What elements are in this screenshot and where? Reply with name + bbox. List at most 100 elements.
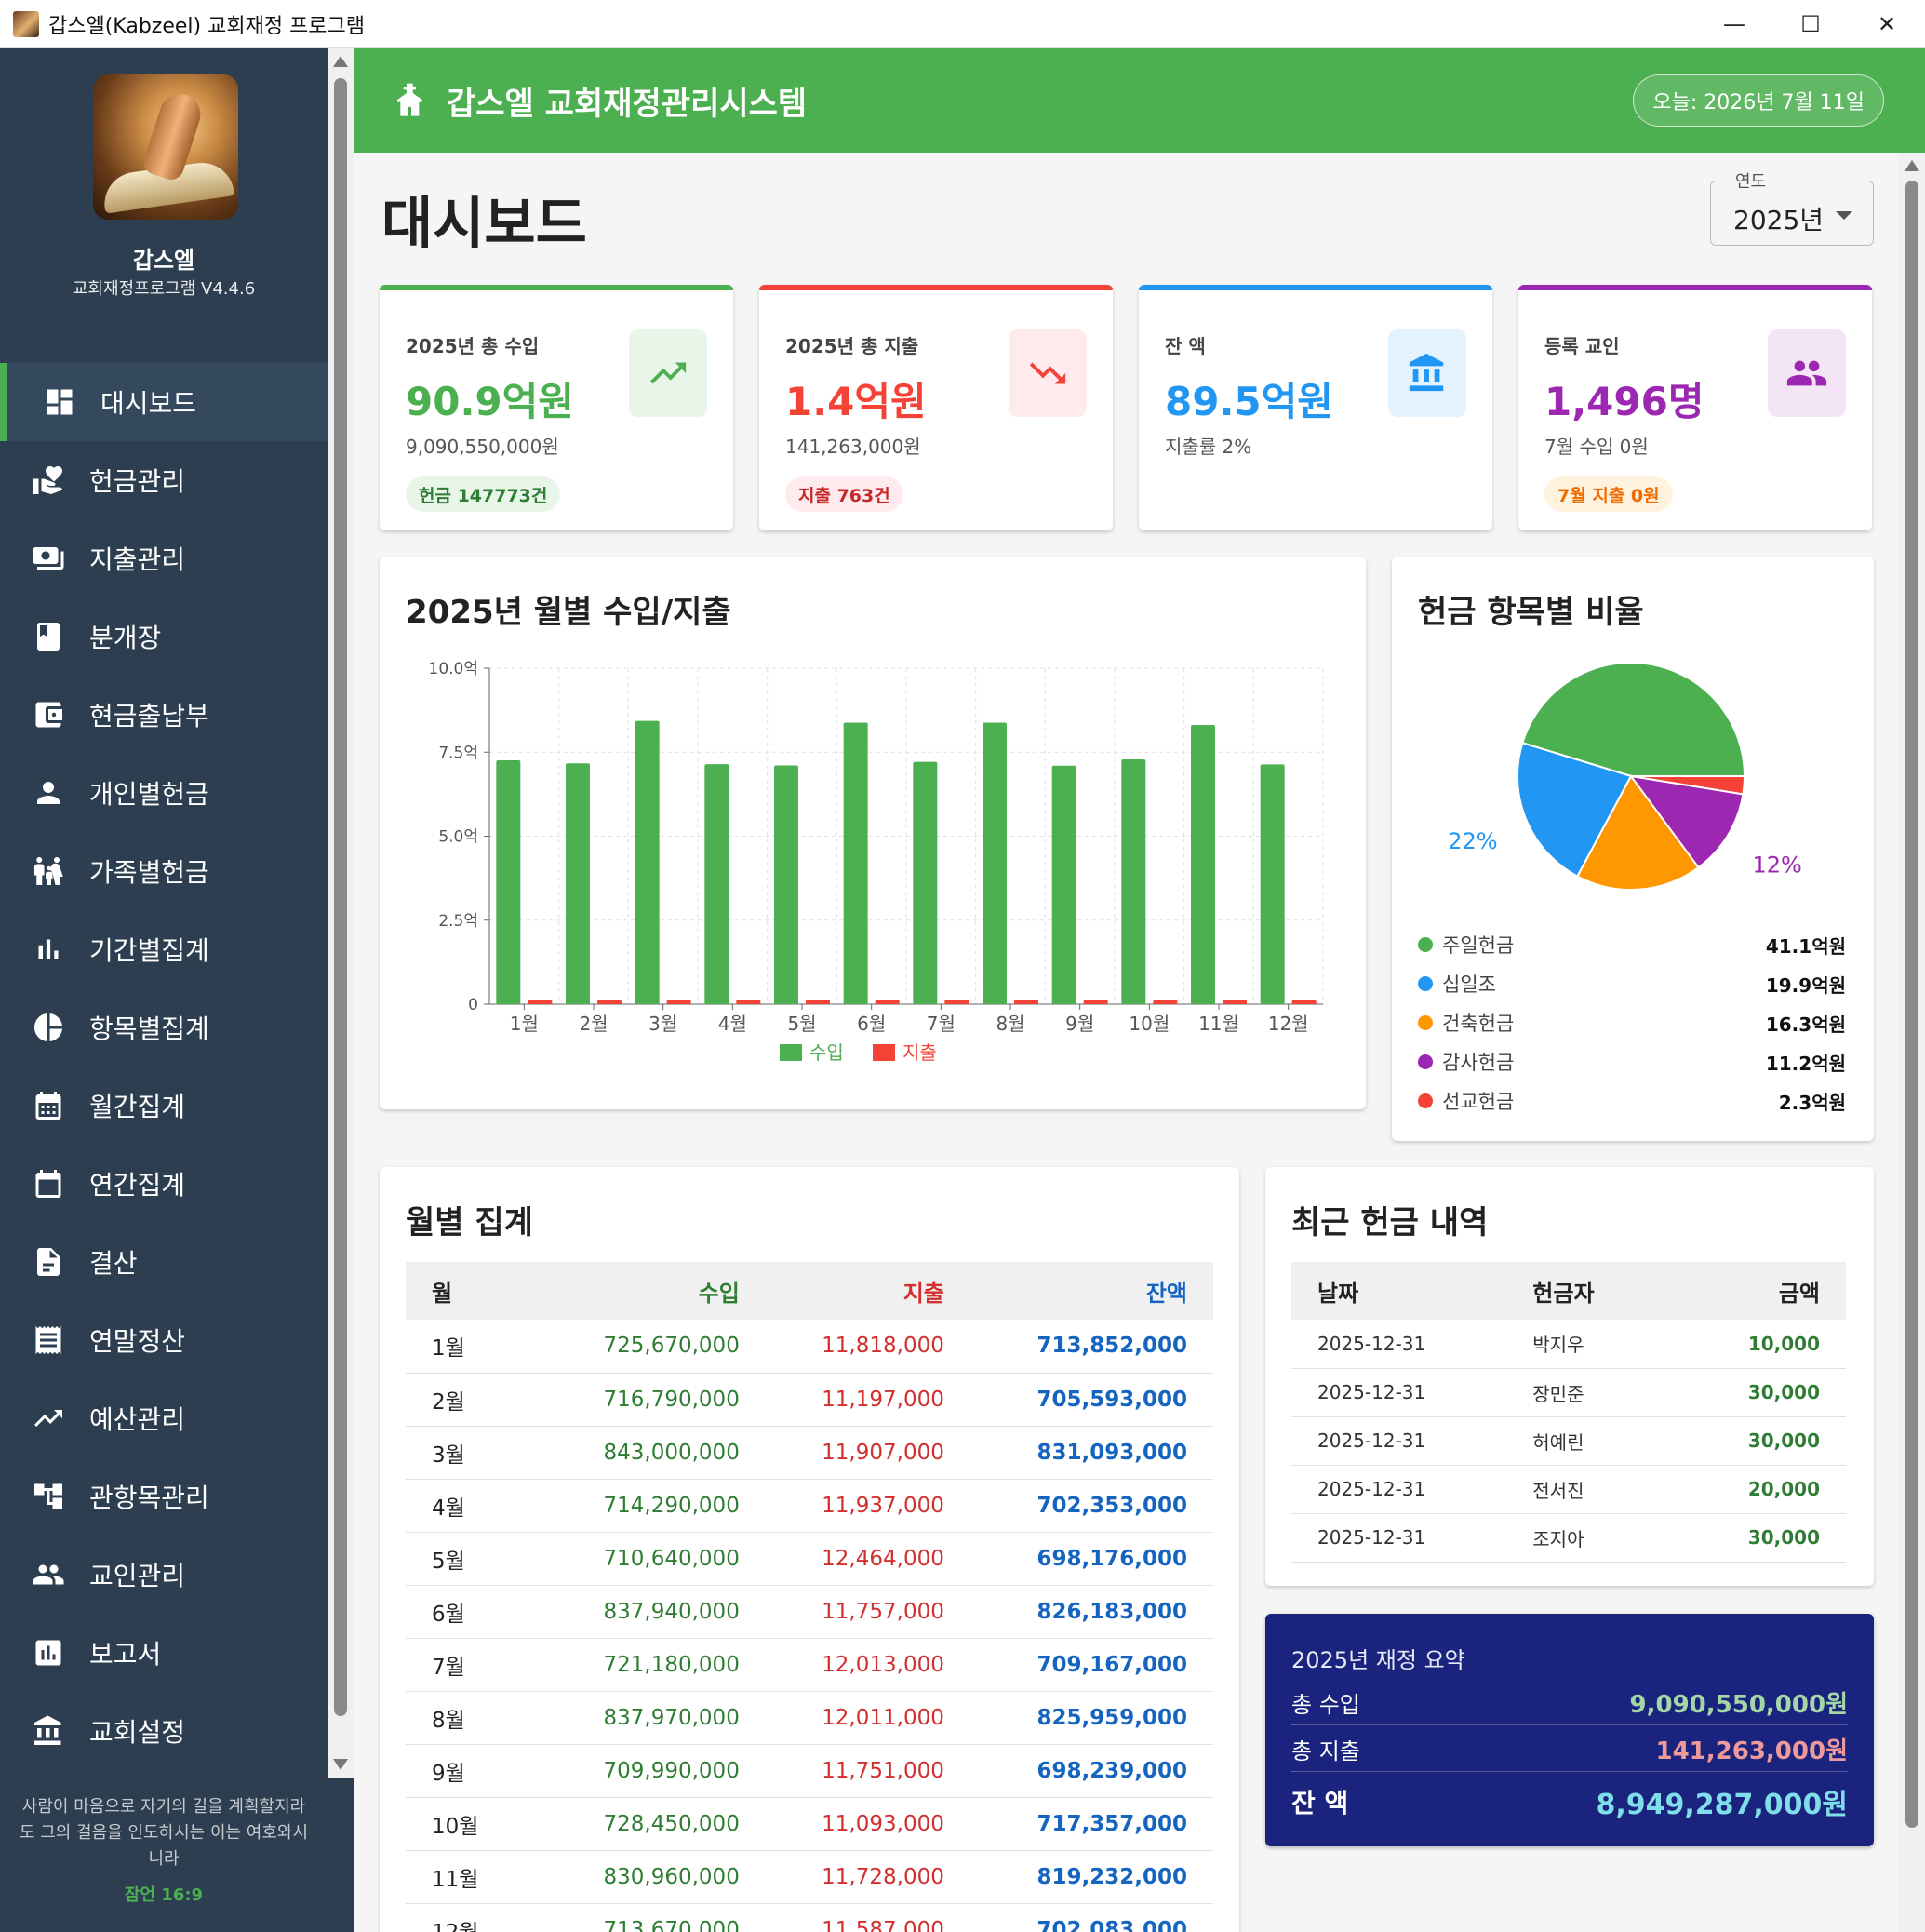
sidebar-item-0[interactable]: 대시보드 xyxy=(0,363,328,441)
table-cell: 20,000 xyxy=(1647,1465,1846,1514)
page-title: 대시보드 xyxy=(381,192,587,257)
year-select-value[interactable]: 2025년 xyxy=(1733,200,1824,237)
table-row: 1월 725,670,000 11,818,000 713,852,000 xyxy=(406,1320,1213,1374)
trending-up-icon xyxy=(30,1400,67,1437)
table-cell: 710,640,000 xyxy=(541,1532,766,1586)
legend-dot-icon xyxy=(1418,1093,1433,1108)
sidebar-item-label: 월간집계 xyxy=(89,1092,186,1122)
summary-balance-label: 잔 액 xyxy=(1291,1788,1349,1818)
sidebar-item-13[interactable]: 예산관리 xyxy=(0,1379,328,1457)
table-cell: 698,239,000 xyxy=(969,1744,1213,1798)
today-date-badge: 오늘: 2026년 7월 11일 xyxy=(1633,74,1884,127)
sidebar-item-10[interactable]: 연간집계 xyxy=(0,1145,328,1223)
list-item[interactable]: 2025-12-31 조지아 30,000 xyxy=(1291,1513,1846,1563)
expense-bar xyxy=(875,1000,900,1004)
pie-legend-item: 십일조 19.9억원 xyxy=(1418,970,1846,998)
legend-name: 주일헌금 xyxy=(1442,934,1515,957)
table-cell: 725,670,000 xyxy=(541,1320,766,1374)
minimize-button[interactable]: — xyxy=(1696,0,1772,48)
sidebar-item-4[interactable]: 현금출납부 xyxy=(0,676,328,754)
sidebar-item-9[interactable]: 월간집계 xyxy=(0,1067,328,1145)
sidebar-item-8[interactable]: 항목별집계 xyxy=(0,988,328,1067)
sidebar-item-5[interactable]: 개인별헌금 xyxy=(0,754,328,832)
sidebar-item-7[interactable]: 기간별집계 xyxy=(0,910,328,988)
monthly-bar-chart: 0 2.5억 5.0억 7.5억 10.0억 1월 2월 3월 4월 5월 6월 7월 8월 9월 10월 1… xyxy=(429,660,1324,1064)
monthly-summary-card: 월별 집계 월 수입 지출 잔액 1월 725,670,000 11,818,000 713… xyxy=(380,1167,1239,1932)
sidebar-item-12[interactable]: 연말정산 xyxy=(0,1301,328,1379)
calendar-icon xyxy=(30,1165,67,1202)
scroll-up-icon[interactable] xyxy=(1905,160,1919,171)
x-tick-label: 1월 xyxy=(510,1013,539,1035)
legend-name: 십일조 xyxy=(1442,973,1496,996)
stat-card-0: 2025년 총 수입 90.9억원 9,090,550,000원 헌금 1477… xyxy=(380,285,733,530)
finance-summary-card: 2025년 재정 요약 총 수입 9,090,550,000원 총 지출 141… xyxy=(1265,1614,1874,1846)
x-tick-label: 7월 xyxy=(927,1013,956,1035)
table-cell: 830,960,000 xyxy=(541,1850,766,1904)
table-cell: 702,353,000 xyxy=(969,1479,1213,1533)
table-cell: 전서진 xyxy=(1506,1465,1648,1514)
sidebar-item-17[interactable]: 교회설정 xyxy=(0,1692,328,1770)
sidebar-scrollbar[interactable] xyxy=(328,48,354,1778)
maximize-button[interactable]: ☐ xyxy=(1772,0,1849,48)
stat-label: 등록 교인 xyxy=(1544,335,1620,357)
list-item[interactable]: 2025-12-31 장민준 30,000 xyxy=(1291,1368,1846,1417)
year-select[interactable]: 연도 2025년 xyxy=(1710,168,1874,246)
table-row: 4월 714,290,000 11,937,000 702,353,000 xyxy=(406,1479,1213,1533)
sidebar-item-14[interactable]: 관항목관리 xyxy=(0,1457,328,1536)
table-cell: 박지우 xyxy=(1506,1320,1648,1369)
summary-expense-value: 141,263,000원 xyxy=(1655,1737,1849,1765)
table-cell: 10,000 xyxy=(1647,1320,1846,1369)
close-button[interactable]: ✕ xyxy=(1849,0,1925,48)
sidebar-item-3[interactable]: 분개장 xyxy=(0,597,328,676)
table-cell: 819,232,000 xyxy=(969,1850,1213,1904)
scroll-down-icon[interactable] xyxy=(333,1759,348,1770)
table-cell: 9월 xyxy=(406,1744,542,1798)
legend-value: 2.3억원 xyxy=(1778,1091,1846,1114)
table-cell: 5월 xyxy=(406,1532,542,1586)
sidebar-item-label: 헌금관리 xyxy=(89,466,186,497)
table-cell: 705,593,000 xyxy=(969,1373,1213,1427)
stat-value: 90.9억원 xyxy=(406,379,574,424)
table-cell: 장민준 xyxy=(1506,1368,1648,1417)
pie-clip xyxy=(1392,903,1874,910)
sidebar-item-16[interactable]: 보고서 xyxy=(0,1614,328,1692)
legend-value: 19.9억원 xyxy=(1765,973,1846,997)
receipt-icon xyxy=(30,1322,67,1359)
sidebar-item-11[interactable]: 결산 xyxy=(0,1223,328,1301)
sidebar-item-label: 개인별헌금 xyxy=(89,779,209,810)
year-select-label: 연도 xyxy=(1728,168,1774,193)
legend-income-label: 수입 xyxy=(809,1041,844,1064)
stat-label: 2025년 총 수입 xyxy=(406,335,540,357)
list-item[interactable]: 2025-12-31 박지우 10,000 xyxy=(1291,1320,1846,1369)
x-tick-label: 5월 xyxy=(787,1013,816,1035)
table-cell: 2025-12-31 xyxy=(1291,1513,1507,1563)
table-cell: 717,357,000 xyxy=(969,1797,1213,1851)
sidebar-item-1[interactable]: 헌금관리 xyxy=(0,441,328,519)
table-cell: 조지아 xyxy=(1506,1513,1648,1563)
x-tick-label: 9월 xyxy=(1065,1013,1094,1035)
sidebar-item-label: 관항목관리 xyxy=(89,1483,209,1513)
column-header: 잔액 xyxy=(969,1262,1213,1320)
stat-chip: 7월 지출 0원 xyxy=(1544,476,1673,512)
window-title: 갑스엘(Kabzeel) 교회재정 프로그램 xyxy=(48,14,366,38)
table-cell: 11,751,000 xyxy=(765,1744,970,1798)
sidebar-item-15[interactable]: 교인관리 xyxy=(0,1536,328,1614)
sidebar-scroll-thumb[interactable] xyxy=(334,78,347,1716)
summary-balance-value: 8,949,287,000원 xyxy=(1596,1789,1848,1821)
list-item[interactable]: 2025-12-31 허예린 30,000 xyxy=(1291,1416,1846,1466)
chevron-down-icon[interactable] xyxy=(1836,211,1852,220)
summary-balance-row: 잔 액 8,949,287,000원 xyxy=(1291,1774,1848,1830)
scroll-up-icon[interactable] xyxy=(333,56,348,67)
bar-chart-icon xyxy=(30,931,67,968)
x-tick-label: 3월 xyxy=(648,1013,677,1035)
table-cell: 12,464,000 xyxy=(765,1532,970,1586)
main-scroll-thumb[interactable] xyxy=(1905,181,1918,1828)
sidebar-item-2[interactable]: 지출관리 xyxy=(0,519,328,597)
recent-offerings-table: 날짜 헌금자 금액 2025-12-31 박지우 10,000 2025-12-31 장민준… xyxy=(1291,1262,1846,1563)
list-item[interactable]: 2025-12-31 전서진 20,000 xyxy=(1291,1465,1846,1514)
sidebar-item-6[interactable]: 가족별헌금 xyxy=(0,832,328,910)
main-scrollbar[interactable] xyxy=(1899,153,1925,1932)
table-row: 9월 709,990,000 11,751,000 698,239,000 xyxy=(406,1744,1213,1798)
table-row: 2월 716,790,000 11,197,000 705,593,000 xyxy=(406,1373,1213,1427)
account-tree-icon xyxy=(30,1478,67,1515)
